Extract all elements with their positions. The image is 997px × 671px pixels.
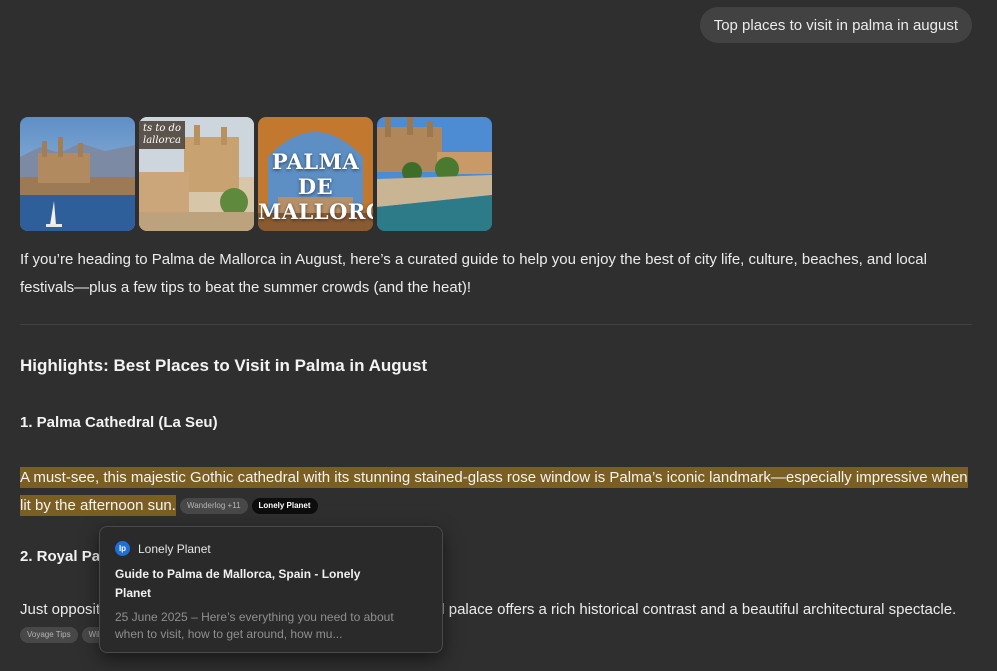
- palma-cathedral-bay-photo: [20, 117, 135, 231]
- image-gallery: ts to dolallorca PALMA DEMALLORCA: [20, 117, 492, 231]
- citation-chip-wanderlog[interactable]: Wanderlog +11: [179, 498, 248, 515]
- gallery-image-overlay-text: PALMA DEMALLORCA: [258, 149, 373, 224]
- popover-title[interactable]: Guide to Palma de Mallorca, Spain - Lone…: [115, 565, 365, 603]
- popover-source-row: lp Lonely Planet: [115, 541, 427, 556]
- lonely-planet-icon: lp: [115, 541, 130, 556]
- popover-description: 25 June 2025 – Here’s everything you nee…: [115, 610, 394, 641]
- divider: [20, 324, 972, 325]
- gallery-image-tag: ts to do lallorca: [139, 121, 185, 149]
- gallery-image-cathedral-bay[interactable]: [20, 117, 135, 231]
- section-heading: Highlights: Best Places to Visit in Palm…: [20, 356, 428, 375]
- palma-cathedral-park-photo: [377, 117, 492, 231]
- gallery-image-palma-title[interactable]: PALMA DEMALLORCA: [258, 117, 373, 231]
- citation-chips-royal-palace: Voyage Tips Wik: [20, 627, 109, 643]
- item-title-royal-palace: 2. Royal Pa: [20, 548, 101, 565]
- item-text-royal-palace-start: Just opposit: [20, 601, 101, 618]
- item-title-palma-cathedral: 1. Palma Cathedral (La Seu): [20, 414, 218, 431]
- citation-chip-voyage-tips[interactable]: Voyage Tips: [20, 627, 78, 643]
- item-text-palma-cathedral: A must-see, this majestic Gothic cathedr…: [20, 464, 980, 520]
- gallery-image-cathedral-street[interactable]: ts to do lallorca: [139, 117, 254, 231]
- user-message-bubble: Top places to visit in palma in august: [699, 7, 972, 43]
- item-text-royal-palace-end: royal palace offers a rich historical co…: [412, 601, 957, 618]
- citation-popover[interactable]: lp Lonely Planet Guide to Palma de Mallo…: [99, 526, 443, 653]
- highlighted-text[interactable]: A must-see, this majestic Gothic cathedr…: [20, 467, 968, 516]
- user-message-text: Top places to visit in palma in august: [713, 16, 958, 34]
- gallery-image-cathedral-park[interactable]: [377, 117, 492, 231]
- popover-source-name: Lonely Planet: [138, 541, 211, 556]
- citation-chip-lonely-planet[interactable]: Lonely Planet: [251, 498, 318, 515]
- intro-paragraph: If you’re heading to Palma de Mallorca i…: [20, 251, 927, 296]
